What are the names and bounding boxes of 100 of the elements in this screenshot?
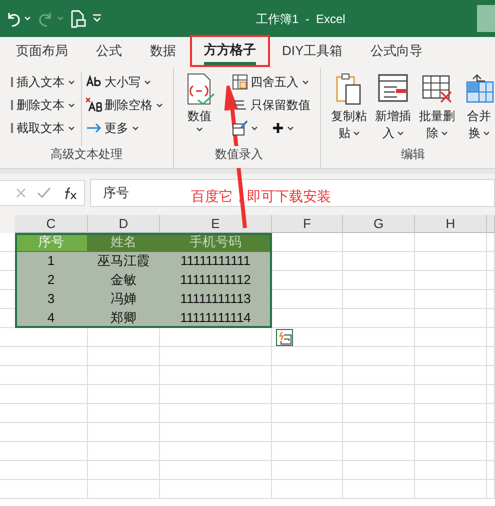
table-cell[interactable]: 11111111112 bbox=[160, 271, 272, 290]
empty-cell[interactable] bbox=[415, 309, 487, 328]
empty-cell[interactable] bbox=[415, 328, 487, 347]
empty-cell[interactable] bbox=[487, 252, 495, 271]
table-cell[interactable]: 1 bbox=[15, 252, 88, 271]
ribbon-button[interactable]: 数值 bbox=[184, 72, 216, 132]
column-header[interactable]: F bbox=[272, 215, 343, 233]
empty-cell[interactable] bbox=[487, 404, 495, 423]
ribbon-button[interactable]: 截取文本 bbox=[10, 118, 75, 138]
empty-cell[interactable] bbox=[415, 290, 487, 309]
empty-cell[interactable] bbox=[343, 404, 415, 423]
table-cell[interactable]: 11111111111 bbox=[160, 252, 272, 271]
ribbon-button[interactable]: 删除文本 bbox=[10, 95, 75, 115]
empty-cell[interactable] bbox=[272, 385, 343, 404]
customize-button[interactable] bbox=[92, 14, 102, 24]
column-header[interactable] bbox=[487, 215, 495, 233]
empty-cell[interactable] bbox=[487, 423, 495, 442]
empty-cell[interactable] bbox=[487, 290, 495, 309]
empty-cell[interactable] bbox=[415, 404, 487, 423]
ribbon-button[interactable]: 合并 换 bbox=[463, 72, 495, 142]
ribbon-tab[interactable]: 方方格子 bbox=[204, 36, 256, 65]
table-cell[interactable]: 冯婵 bbox=[88, 290, 160, 309]
ribbon-tab[interactable]: 公式向导 bbox=[370, 37, 423, 68]
empty-cell[interactable] bbox=[487, 347, 495, 366]
empty-cell[interactable] bbox=[88, 404, 160, 423]
column-header[interactable]: G bbox=[343, 215, 415, 233]
column-header[interactable]: E bbox=[160, 215, 272, 233]
empty-cell[interactable] bbox=[415, 347, 487, 366]
ribbon-tab[interactable]: 页面布局 bbox=[16, 37, 68, 68]
empty-cell[interactable] bbox=[415, 480, 487, 499]
empty-cell[interactable] bbox=[88, 423, 160, 442]
ribbon-button[interactable]: 只保留数值 bbox=[232, 95, 311, 115]
empty-cell[interactable] bbox=[343, 366, 415, 385]
empty-cell[interactable] bbox=[415, 233, 487, 252]
column-header[interactable]: C bbox=[15, 215, 88, 233]
empty-cell[interactable] bbox=[487, 385, 495, 404]
empty-cell[interactable] bbox=[160, 385, 272, 404]
empty-cell[interactable] bbox=[88, 366, 160, 385]
print-preview-button[interactable] bbox=[70, 10, 86, 28]
empty-cell[interactable] bbox=[88, 385, 160, 404]
empty-cell[interactable] bbox=[88, 461, 160, 480]
ribbon-button[interactable]: 更多 bbox=[86, 118, 163, 138]
empty-cell[interactable] bbox=[272, 328, 343, 347]
empty-cell[interactable] bbox=[88, 328, 160, 347]
account-button[interactable] bbox=[477, 5, 495, 32]
empty-cell[interactable] bbox=[160, 404, 272, 423]
empty-cell[interactable] bbox=[487, 328, 495, 347]
empty-cell[interactable] bbox=[343, 461, 415, 480]
empty-cell[interactable] bbox=[160, 461, 272, 480]
ribbon-button[interactable] bbox=[232, 118, 258, 138]
empty-cell[interactable] bbox=[343, 233, 415, 252]
ribbon-button[interactable]: 删除空格 bbox=[86, 95, 163, 115]
empty-cell[interactable] bbox=[343, 423, 415, 442]
empty-cell[interactable] bbox=[272, 404, 343, 423]
ribbon-tab[interactable]: DIY工具箱 bbox=[282, 37, 343, 68]
empty-cell[interactable] bbox=[487, 366, 495, 385]
empty-cell[interactable] bbox=[272, 461, 343, 480]
ribbon-button[interactable]: 大小写 bbox=[86, 72, 163, 92]
empty-cell[interactable] bbox=[272, 347, 343, 366]
empty-cell[interactable] bbox=[272, 480, 343, 499]
empty-cell[interactable] bbox=[272, 423, 343, 442]
empty-cell[interactable] bbox=[415, 461, 487, 480]
empty-cell[interactable] bbox=[415, 442, 487, 461]
empty-cell[interactable] bbox=[487, 271, 495, 290]
empty-cell[interactable] bbox=[415, 366, 487, 385]
table-cell[interactable]: 3 bbox=[15, 290, 88, 309]
empty-cell[interactable] bbox=[160, 480, 272, 499]
empty-cell[interactable] bbox=[415, 252, 487, 271]
empty-cell[interactable] bbox=[88, 480, 160, 499]
empty-cell[interactable] bbox=[343, 252, 415, 271]
ribbon-tab[interactable]: 数据 bbox=[150, 37, 176, 68]
empty-cell[interactable] bbox=[88, 442, 160, 461]
empty-cell[interactable] bbox=[487, 442, 495, 461]
empty-cell[interactable] bbox=[415, 385, 487, 404]
table-cell[interactable]: 巫马江霞 bbox=[88, 252, 160, 271]
empty-cell[interactable] bbox=[343, 385, 415, 404]
quick-analysis-button[interactable] bbox=[276, 329, 293, 346]
empty-cell[interactable] bbox=[343, 290, 415, 309]
empty-cell[interactable] bbox=[272, 442, 343, 461]
empty-cell[interactable] bbox=[343, 480, 415, 499]
ribbon-button[interactable]: 批量删 除 bbox=[419, 72, 455, 142]
table-cell[interactable]: 2 bbox=[15, 271, 88, 290]
empty-cell[interactable] bbox=[415, 423, 487, 442]
empty-cell[interactable] bbox=[487, 480, 495, 499]
table-cell[interactable]: 金敏 bbox=[88, 271, 160, 290]
column-header[interactable]: H bbox=[415, 215, 487, 233]
ribbon-button[interactable]: 复制粘 贴 bbox=[331, 72, 367, 142]
empty-cell[interactable] bbox=[160, 347, 272, 366]
empty-cell[interactable] bbox=[160, 328, 272, 347]
empty-cell[interactable] bbox=[343, 347, 415, 366]
empty-cell[interactable] bbox=[343, 309, 415, 328]
empty-cell[interactable] bbox=[415, 271, 487, 290]
ribbon-button[interactable]: 四舍五入 bbox=[232, 72, 311, 92]
column-header[interactable]: D bbox=[88, 215, 160, 233]
empty-cell[interactable] bbox=[160, 366, 272, 385]
ribbon-button[interactable]: 插入文本 bbox=[10, 72, 75, 92]
empty-cell[interactable] bbox=[343, 271, 415, 290]
ribbon-button[interactable]: 新增插 入 bbox=[375, 72, 411, 142]
table-cell[interactable]: 11111111113 bbox=[160, 290, 272, 309]
empty-cell[interactable] bbox=[487, 309, 495, 328]
